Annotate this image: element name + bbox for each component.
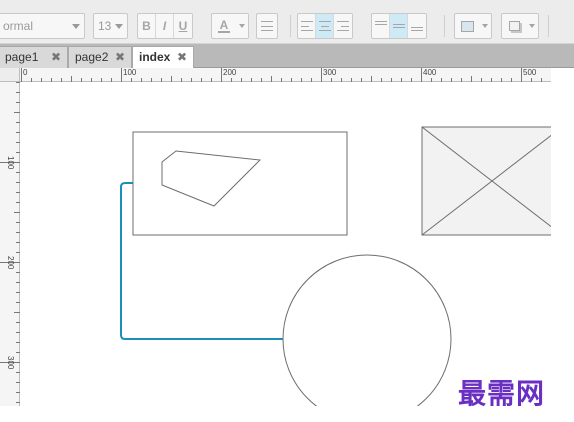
canvas-right-edge: [551, 68, 574, 422]
chevron-down-icon: [479, 14, 491, 38]
ruler-label: 300: [6, 356, 15, 370]
format-toolbar: ormal 13 B I U A: [0, 0, 574, 44]
image-placeholder[interactable]: [421, 126, 551, 236]
tab-label: page1: [5, 50, 39, 64]
ruler-label: 0: [23, 68, 28, 77]
vertical-ruler: 100 200 300: [0, 82, 20, 407]
close-icon[interactable]: ✖: [177, 47, 187, 67]
ruler-label: 200: [223, 68, 237, 77]
ruler-label: 200: [6, 256, 15, 270]
shadow-button[interactable]: [501, 13, 539, 39]
chevron-down-icon: [526, 14, 538, 38]
toolbar-separator: [548, 15, 549, 37]
page-tab-bar: page1 ✖ page2 ✖ index ✖: [0, 44, 574, 69]
canvas-widgets: [120, 126, 551, 406]
align-top-button[interactable]: [372, 14, 390, 38]
circle-shape[interactable]: [282, 254, 452, 406]
font-color-button[interactable]: A: [211, 13, 249, 39]
fill-color-icon: [455, 14, 479, 38]
align-center-button[interactable]: [316, 14, 334, 38]
tab-label: index: [139, 50, 171, 64]
chevron-down-icon: [72, 24, 80, 29]
align-middle-icon: [392, 21, 405, 31]
close-icon[interactable]: ✖: [115, 47, 125, 67]
ruler-label: 500: [523, 68, 537, 77]
shadow-icon: [502, 14, 526, 38]
align-middle-button[interactable]: [390, 14, 408, 38]
bold-button[interactable]: B: [138, 14, 156, 38]
close-icon[interactable]: ✖: [51, 47, 61, 67]
align-right-button[interactable]: [334, 14, 352, 38]
bullet-list-icon: [257, 14, 277, 38]
align-bottom-button[interactable]: [408, 14, 426, 38]
font-size-dropdown[interactable]: 13: [93, 13, 128, 39]
design-canvas[interactable]: [21, 83, 551, 406]
ruler-label: 100: [6, 156, 15, 170]
fill-color-button[interactable]: [454, 13, 492, 39]
horizontal-align-group: [297, 13, 353, 39]
horizontal-ruler-ticks: [21, 68, 542, 82]
align-right-icon: [337, 21, 349, 31]
ruler-label: 300: [323, 68, 337, 77]
underline-button[interactable]: U: [174, 14, 192, 38]
ruler-label: 400: [423, 68, 437, 77]
tab-index[interactable]: index ✖: [132, 46, 194, 69]
align-left-button[interactable]: [298, 14, 316, 38]
ruler-corner: [0, 68, 20, 82]
watermark-logo: 最需网: [458, 377, 546, 410]
chevron-down-icon: [236, 14, 248, 38]
ruler-label: 100: [123, 68, 137, 77]
font-color-icon: A: [218, 18, 230, 33]
italic-button[interactable]: I: [156, 14, 174, 38]
vertical-align-group: [371, 13, 427, 39]
prototype-editor: ormal 13 B I U A page1 ✖ page2 ✖ index ✖…: [0, 0, 574, 422]
chevron-down-icon: [115, 24, 123, 29]
text-style-group: B I U: [137, 13, 193, 39]
align-center-icon: [318, 21, 331, 31]
tab-page2[interactable]: page2 ✖: [68, 46, 132, 68]
align-left-icon: [300, 21, 313, 31]
horizontal-ruler: 0 100 200 300 400 500: [20, 68, 551, 82]
bullet-list-button[interactable]: [256, 13, 278, 39]
toolbar-separator: [444, 15, 445, 37]
tab-label: page2: [75, 50, 109, 64]
font-size-value: 13: [98, 19, 112, 33]
align-top-icon: [374, 21, 387, 31]
style-dropdown[interactable]: ormal: [0, 13, 85, 39]
toolbar-separator: [290, 15, 291, 37]
align-bottom-icon: [411, 21, 423, 31]
tab-page1[interactable]: page1 ✖: [0, 46, 68, 68]
style-dropdown-value: ormal: [3, 19, 34, 33]
